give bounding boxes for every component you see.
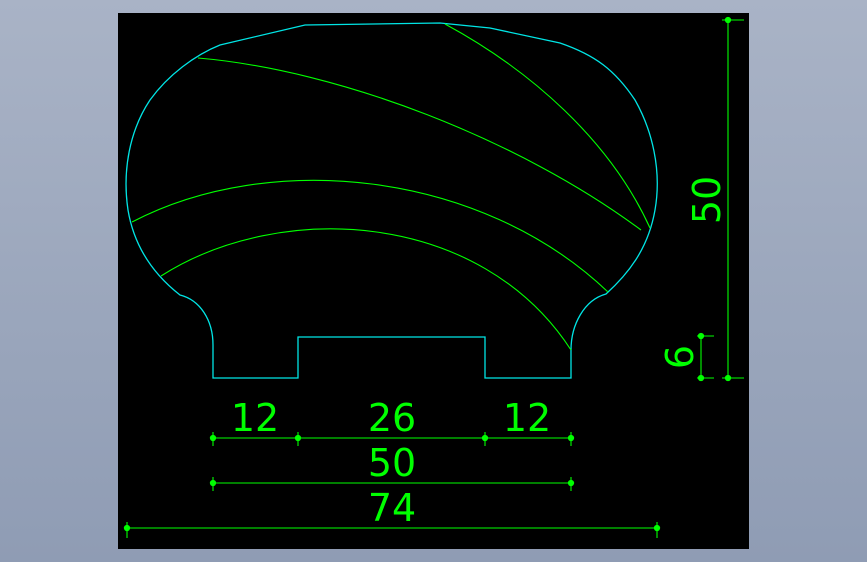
dim-text-base-width: 50 (368, 441, 416, 485)
dim-node (567, 434, 575, 442)
drawing-canvas: 12 26 12 50 74 50 6 (123, 16, 744, 538)
dim-node (481, 434, 489, 442)
grain-line-1 (197, 57, 642, 231)
dim-text-groove: 26 (368, 396, 416, 440)
dim-node (697, 374, 705, 382)
dim-node (567, 479, 575, 487)
handrail-profile-outline (125, 22, 658, 379)
dim-node (123, 524, 131, 532)
grain-line-3 (131, 179, 609, 293)
dim-node (294, 434, 302, 442)
dim-text-right-foot: 12 (503, 396, 551, 440)
dim-text-overall-height: 50 (685, 176, 729, 224)
dim-node (697, 332, 705, 340)
dim-node (724, 374, 732, 382)
grain-line-4 (160, 228, 572, 351)
dim-node (724, 16, 732, 24)
dim-node (209, 479, 217, 487)
dim-text-groove-depth: 6 (658, 345, 702, 369)
grain-line-2 (444, 23, 651, 229)
dim-text-left-foot: 12 (231, 396, 279, 440)
dim-text-overall-width: 74 (368, 486, 416, 530)
dim-node (653, 524, 661, 532)
dim-node (209, 434, 217, 442)
cad-viewport[interactable]: 12 26 12 50 74 50 6 (118, 13, 749, 549)
grain-lines (131, 23, 651, 351)
